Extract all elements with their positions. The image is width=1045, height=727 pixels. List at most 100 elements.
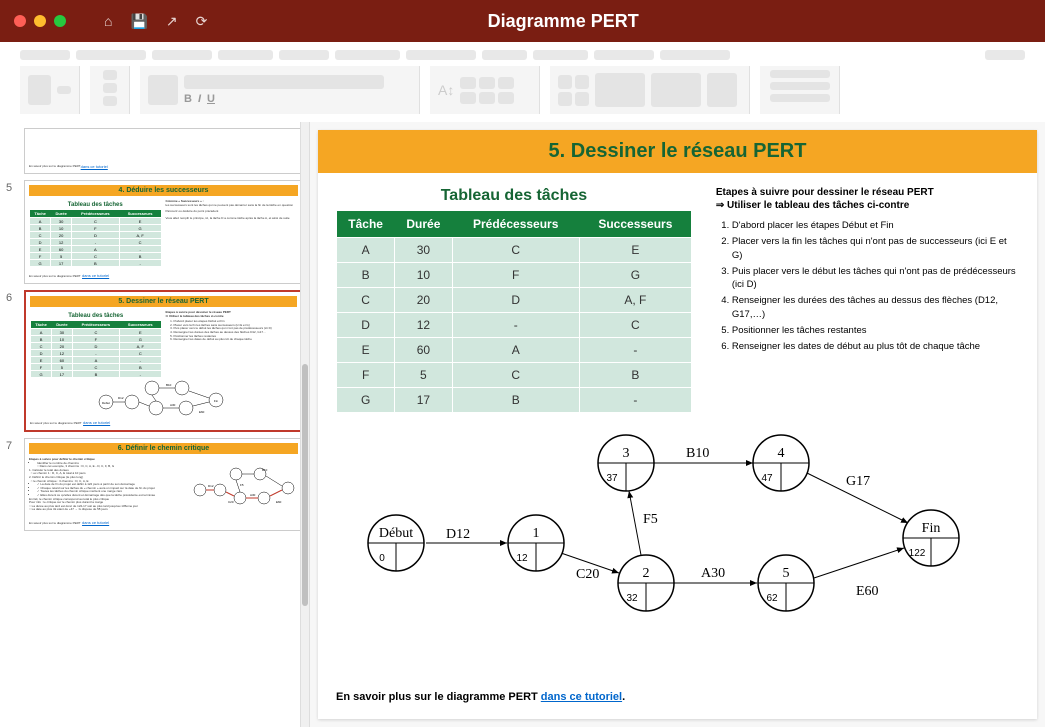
- col-header: Successeurs: [579, 211, 691, 238]
- svg-text:0: 0: [379, 553, 385, 564]
- svg-text:F5: F5: [643, 512, 658, 527]
- ribbon-tab[interactable]: [406, 50, 476, 60]
- svg-text:B10: B10: [686, 446, 709, 461]
- workspace: En savoir plus sur le diagramme PERT dan…: [0, 122, 1045, 727]
- thumbnails-scrollbar[interactable]: [300, 122, 309, 727]
- minimize-window-button[interactable]: [34, 15, 46, 27]
- slide-number: 7: [6, 438, 20, 531]
- svg-text:D12: D12: [446, 527, 470, 542]
- col-header: Tâche: [337, 211, 395, 238]
- svg-text:12: 12: [516, 553, 528, 564]
- step-item: Puis placer vers le début les tâches qui…: [732, 265, 1019, 292]
- ribbon-tab[interactable]: [660, 50, 730, 60]
- titlebar: ⌂ 💾 ↗ ⟳ Diagramme PERT: [0, 0, 1045, 42]
- table-row: F5CB: [337, 363, 692, 388]
- svg-text:C20: C20: [576, 567, 599, 582]
- traffic-lights: [14, 15, 66, 27]
- svg-text:62: 62: [766, 593, 778, 604]
- table-row: E60A-: [337, 338, 692, 363]
- ribbon-tab[interactable]: [482, 50, 527, 60]
- pert-node-3: 3 37: [598, 435, 654, 491]
- thumbnail-slide-6[interactable]: 6 5. Dessiner le réseau PERT Tableau des…: [6, 290, 303, 432]
- svg-text:A30: A30: [170, 403, 176, 407]
- svg-text:122: 122: [909, 548, 926, 559]
- maximize-window-button[interactable]: [54, 15, 66, 27]
- thumbnail-pert-diagram: B10C20 A30F5 E60D12: [190, 458, 300, 518]
- svg-text:Fin: Fin: [213, 399, 217, 403]
- pert-node-1: 1 12: [508, 515, 564, 571]
- slide-number: 5: [6, 180, 20, 284]
- thumbnail-partial-4[interactable]: En savoir plus sur le diagramme PERT dan…: [6, 128, 303, 174]
- ribbon-tab[interactable]: [335, 50, 400, 60]
- steps-title: Etapes à suivre pour dessiner le réseau …: [716, 187, 1019, 198]
- svg-text:B10: B10: [262, 468, 268, 472]
- thumbnail-pert-diagram: Début Fin D12 B10 A30 E60: [94, 378, 234, 420]
- pert-node-debut: Début 0: [368, 515, 424, 571]
- pert-node-4: 4 47: [753, 435, 809, 491]
- ribbon-tab[interactable]: [152, 50, 212, 60]
- table-row: A30CE: [337, 238, 692, 263]
- ribbon-tab[interactable]: [279, 50, 329, 60]
- svg-text:3: 3: [623, 446, 630, 461]
- svg-text:Fin: Fin: [922, 521, 941, 536]
- svg-text:D12: D12: [208, 484, 214, 488]
- table-row: G17B-: [337, 388, 692, 413]
- svg-text:32: 32: [626, 593, 638, 604]
- svg-text:5: 5: [783, 566, 790, 581]
- close-window-button[interactable]: [14, 15, 26, 27]
- svg-text:E60: E60: [199, 410, 205, 414]
- table-row: C20DA, F: [337, 288, 692, 313]
- table-header-row: Tâche Durée Prédécesseurs Successeurs: [337, 211, 692, 238]
- ribbon-tabs: [20, 50, 1025, 60]
- thumbnail-slide-7[interactable]: 7 6. Définir le chemin critique Etapes à…: [6, 438, 303, 531]
- ribbon-tab[interactable]: [985, 50, 1025, 60]
- step-item: Positionner les tâches restantes: [732, 324, 1019, 337]
- ribbon-groups: BIU A↕: [20, 66, 1025, 114]
- svg-text:C20: C20: [228, 500, 234, 504]
- titlebar-icons: ⌂ 💾 ↗ ⟳: [104, 13, 207, 30]
- svg-text:G17: G17: [846, 474, 870, 489]
- step-item: D'abord placer les étapes Début et Fin: [732, 219, 1019, 232]
- svg-text:37: 37: [606, 473, 618, 484]
- thumbnail-slide-5[interactable]: 5 4. Déduire les successeurs Tableau des…: [6, 180, 303, 284]
- table-row: B10FG: [337, 263, 692, 288]
- refresh-icon[interactable]: ⟳: [196, 13, 208, 30]
- svg-text:4: 4: [778, 446, 785, 461]
- tasks-table: Tâche Durée Prédécesseurs Successeurs A3…: [336, 211, 692, 413]
- steps-list: D'abord placer les étapes Début et Fin P…: [716, 219, 1019, 354]
- share-icon[interactable]: ↗: [166, 13, 178, 30]
- slide-title: 5. Dessiner le réseau PERT: [318, 130, 1037, 173]
- col-header: Prédécesseurs: [452, 211, 579, 238]
- col-header: Durée: [395, 211, 452, 238]
- svg-text:E60: E60: [856, 584, 879, 599]
- svg-text:1: 1: [533, 526, 540, 541]
- ribbon-tab[interactable]: [20, 50, 70, 60]
- svg-text:2: 2: [643, 566, 650, 581]
- step-item: Renseigner les dates de début au plus tô…: [732, 340, 1019, 353]
- ribbon-tab[interactable]: [76, 50, 146, 60]
- svg-text:A30: A30: [701, 566, 725, 581]
- home-icon[interactable]: ⌂: [104, 13, 112, 30]
- svg-text:Début: Début: [101, 401, 109, 405]
- svg-text:47: 47: [761, 473, 773, 484]
- ribbon: BIU A↕: [0, 42, 1045, 122]
- pert-diagram: D12 C20 F5 B10 A30 G17 E60 Début 0: [336, 423, 996, 633]
- pert-node-fin: Fin 122: [903, 510, 959, 566]
- slide-thumbnails-panel[interactable]: En savoir plus sur le diagramme PERT dan…: [0, 122, 310, 727]
- step-item: Placer vers la fin les tâches qui n'ont …: [732, 235, 1019, 262]
- slide-number: 6: [6, 290, 20, 432]
- ribbon-tab[interactable]: [594, 50, 654, 60]
- ribbon-tab[interactable]: [533, 50, 588, 60]
- tutorial-link[interactable]: dans ce tutoriel: [541, 691, 622, 703]
- save-icon[interactable]: 💾: [130, 13, 147, 30]
- svg-text:D12: D12: [118, 396, 124, 400]
- svg-text:E60: E60: [276, 500, 282, 504]
- table-row: D12-C: [337, 313, 692, 338]
- svg-text:A30: A30: [250, 493, 256, 497]
- main-slide: 5. Dessiner le réseau PERT Tableau des t…: [318, 130, 1037, 719]
- svg-text:B10: B10: [166, 383, 172, 387]
- svg-text:Début: Début: [379, 526, 413, 541]
- steps-subtitle: ⇒ Utiliser le tableau des tâches ci-cont…: [716, 200, 1019, 211]
- step-item: Renseigner les durées des tâches au dess…: [732, 294, 1019, 321]
- ribbon-tab[interactable]: [218, 50, 273, 60]
